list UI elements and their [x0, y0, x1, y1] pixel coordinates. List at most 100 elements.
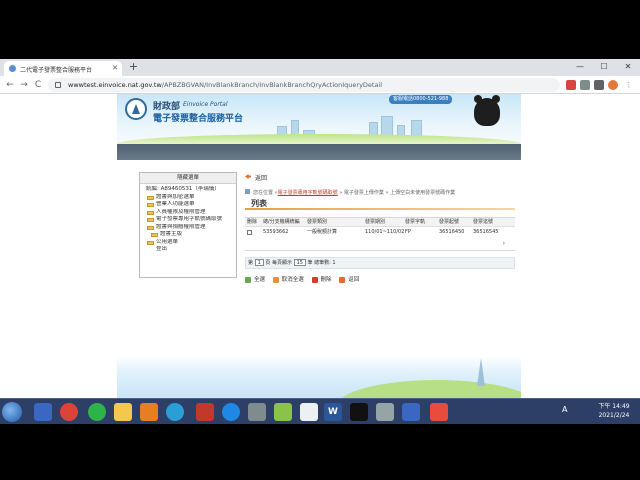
app-icon[interactable] — [376, 403, 394, 421]
line-icon[interactable] — [88, 403, 106, 421]
folder-icon — [147, 195, 154, 200]
return-button[interactable]: 返回 — [339, 275, 359, 285]
delete-button[interactable]: 刪除 — [311, 275, 332, 285]
site-favicon-icon — [9, 65, 16, 72]
screen: 二代電子發票整合服務平台 ✕ + — ☐ ✕ ← → C wwwtest.ein… — [0, 0, 640, 480]
url-host: wwwtest.einvoice.nat.gov.tw — [68, 81, 162, 89]
back-link[interactable]: 返回 — [245, 173, 267, 182]
lock-icon[interactable] — [55, 82, 61, 88]
column-header-start-no: 發票起號 — [439, 219, 460, 225]
pager-prefix: 第 — [248, 260, 254, 266]
platform-name: 電子發票整合服務平台 — [153, 114, 244, 124]
check-icon — [245, 277, 251, 283]
sidebar-item-donation[interactable]: 證書與捐贈權限管理 — [144, 224, 232, 232]
tab-title: 二代電子發票整合服務平台 — [20, 67, 93, 74]
page-select[interactable]: 1 — [254, 259, 264, 266]
back-button[interactable]: ← — [4, 79, 16, 91]
folder-icon[interactable] — [114, 403, 132, 421]
breadcrumb-link[interactable]: 電子發票專用字軌號碼取號 — [278, 190, 338, 196]
puzzle-icon[interactable] — [594, 80, 604, 90]
select-all-button[interactable]: 全選 — [245, 275, 265, 285]
sidebar-item-label: 公用選單 — [156, 238, 179, 245]
forward-button[interactable]: → — [18, 79, 30, 91]
web-page: 財政部 Einvoice Portal 電子發票整合服務平台 客服電話0800-… — [0, 94, 640, 400]
remote-desktop-icon[interactable] — [402, 403, 420, 421]
sidebar-item-label: 證書主版 — [160, 231, 183, 237]
scroll-right-icon[interactable]: › — [503, 240, 505, 247]
breadcrumb: 您在位置 »電子發票專用字軌號碼取號 » 電子發票上傳作業 » 上傳空白未使用發… — [245, 189, 515, 196]
tab-close-icon[interactable]: ✕ — [112, 64, 118, 72]
pager-mid: 頁 每頁顯示 — [265, 260, 292, 266]
results-table: 刪除 總/分支機構統編 發票類別 發票期別 發票字軌 發票起號 發票迄號 535… — [245, 217, 515, 251]
tray-language[interactable]: A — [562, 405, 567, 414]
start-button[interactable] — [2, 402, 22, 422]
terminal-icon[interactable] — [350, 403, 368, 421]
ie-icon[interactable] — [222, 403, 240, 421]
window-switch-icon[interactable] — [34, 403, 52, 421]
office-icon[interactable] — [140, 403, 158, 421]
sidebar-item-cert[interactable]: 證書與加密選單 — [144, 194, 232, 202]
folder-icon — [147, 240, 154, 245]
hill-decoration — [337, 380, 521, 400]
new-tab-button[interactable]: + — [127, 61, 140, 74]
sidebar-item-public[interactable]: 公用選單 — [144, 239, 232, 247]
sidebar-item-cert-master[interactable]: 證書主版 — [144, 231, 232, 239]
folder-icon — [147, 218, 154, 222]
folder-icon — [147, 225, 154, 230]
sidebar-item-business[interactable]: 營業人功能選單 — [144, 201, 232, 209]
menu-icon[interactable]: ⋮ — [624, 80, 634, 90]
delete-checkbox[interactable] — [247, 230, 252, 235]
nav-band — [117, 144, 521, 160]
folder-icon — [147, 210, 154, 215]
site-banner: 財政部 Einvoice Portal 電子發票整合服務平台 客服電話0800-… — [117, 94, 521, 144]
title-underline — [245, 208, 515, 210]
page-size-select[interactable]: 15 — [293, 259, 306, 266]
notes-icon[interactable] — [274, 403, 292, 421]
paint-icon[interactable] — [300, 403, 318, 421]
reload-button[interactable]: C — [32, 79, 44, 91]
app-icon[interactable] — [248, 403, 266, 421]
sidebar-item-logout[interactable]: 登出 — [144, 246, 232, 254]
folder-icon — [151, 233, 158, 237]
skype-icon[interactable] — [166, 403, 184, 421]
app-icon[interactable] — [430, 403, 448, 421]
sidebar-item-label: 電子發票專用字軌號碼取號 — [156, 216, 223, 222]
column-header-branch-id: 總/分支機構統編 — [263, 219, 300, 225]
column-header-end-no: 發票迄號 — [473, 219, 494, 225]
window-controls: — ☐ ✕ — [568, 59, 640, 76]
main-panel: 返回 您在位置 »電子發票專用字軌號碼取號 » 電子發票上傳作業 » 上傳空白未… — [245, 172, 515, 322]
cell-branch-id: 53593662 — [263, 229, 289, 235]
mascot-bear-image — [474, 95, 500, 126]
close-window-button[interactable]: ✕ — [616, 59, 640, 76]
grass-decoration — [117, 134, 521, 144]
letterbox-top — [0, 0, 640, 59]
sidebar-item-label: 證書與加密選單 — [156, 193, 195, 200]
minimize-button[interactable]: — — [568, 59, 592, 76]
pager-total: 總筆數: 1 — [314, 260, 336, 266]
clock-date: 2021/2/24 — [598, 412, 630, 419]
delete-icon — [311, 277, 318, 283]
deselect-all-button[interactable]: 取消全選 — [272, 275, 304, 285]
site-container: 財政部 Einvoice Portal 電子發票整合服務平台 客服電話0800-… — [117, 94, 521, 400]
column-header-delete: 刪除 — [247, 219, 258, 225]
app-icon[interactable] — [196, 403, 214, 421]
chrome-icon[interactable] — [60, 403, 78, 421]
pager: 第 1 頁 每頁顯示 15 筆 總筆數: 1 — [245, 257, 515, 269]
profile-avatar-icon[interactable] — [608, 80, 618, 90]
word-icon[interactable]: W — [324, 403, 342, 421]
action-bar: 全選 取消全選 刪除 返回 — [245, 275, 515, 285]
pdf-extension-icon[interactable] — [566, 80, 576, 90]
maximize-button[interactable]: ☐ — [592, 59, 616, 76]
column-header-period: 發票期別 — [365, 219, 386, 225]
address-bar[interactable]: wwwtest.einvoice.nat.gov.tw/APBZBGVAN/In… — [48, 78, 560, 92]
extension-icon[interactable] — [580, 80, 590, 90]
browser-tab[interactable]: 二代電子發票整合服務平台 ✕ — [4, 61, 122, 76]
sidebar-toggle[interactable]: 隱藏選單 — [140, 173, 236, 184]
letterbox-bottom — [0, 424, 640, 480]
clock[interactable]: 下午 14:49 2021/2/24 — [594, 402, 634, 420]
ministry-logo[interactable] — [125, 98, 147, 120]
browser-tabstrip: 二代電子發票整合服務平台 ✕ + — ☐ ✕ — [0, 59, 640, 76]
sidebar-item-permissions[interactable]: 人員權限及權限管理 — [144, 209, 232, 217]
sidebar-item-track-numbers[interactable]: 電子發票專用字軌號碼取號 — [144, 216, 232, 224]
sidebar-item-label: 證書與捐贈權限管理 — [156, 223, 206, 230]
